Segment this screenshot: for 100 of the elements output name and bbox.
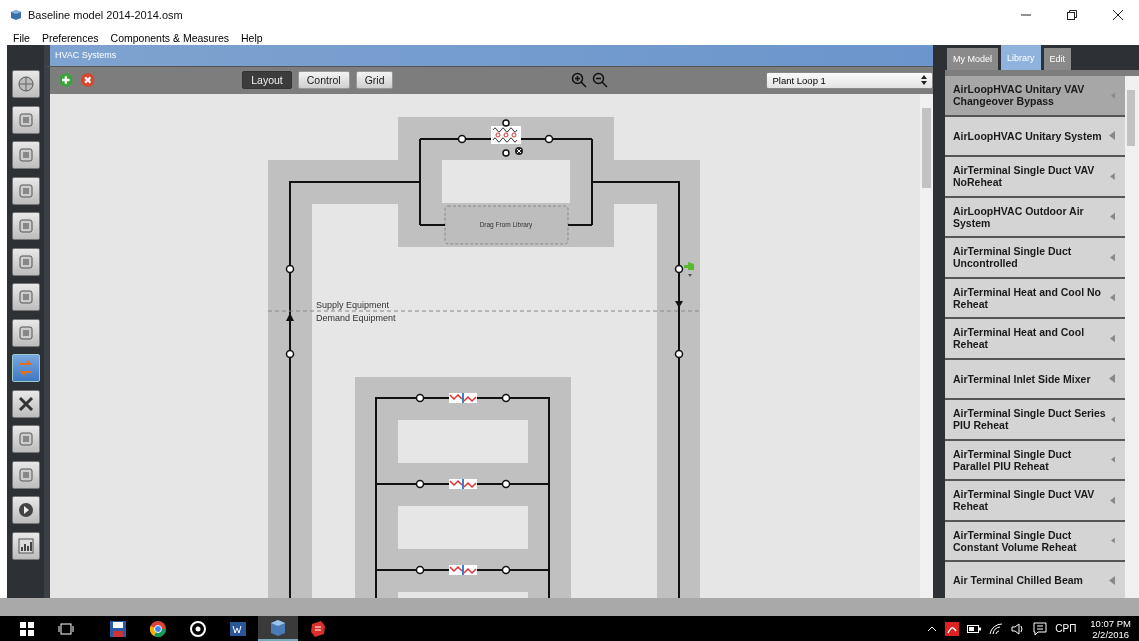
library-item[interactable]: AirTerminal Single Duct Uncontrolled [945, 238, 1125, 279]
volume-icon[interactable] [1011, 622, 1026, 635]
language-indicator[interactable]: СРП [1055, 623, 1077, 634]
library-item-label: AirTerminal Single Duct Constant Volume Reheat [953, 528, 1078, 553]
panel-title: HVAC Systems [55, 50, 117, 61]
taskbar-app[interactable] [258, 616, 298, 641]
branch-node[interactable] [415, 479, 425, 489]
library-item[interactable]: AirTerminal Single Duct VAV NoReheat [945, 157, 1125, 198]
sidebar-tool-button[interactable] [11, 283, 40, 311]
sidebar-tool-button[interactable] [11, 70, 40, 98]
caret-icon[interactable] [927, 625, 938, 632]
loop-node[interactable] [457, 134, 467, 144]
browser-icon [149, 619, 167, 638]
message-icon[interactable] [1033, 621, 1048, 636]
sidebar-tool-button[interactable] [11, 389, 40, 418]
sidebar-tool-button[interactable] [11, 176, 40, 205]
library-item[interactable]: AirTerminal Heat and Cool Reheat [945, 319, 1125, 360]
delete-icon[interactable] [80, 71, 95, 90]
view-toggle-button[interactable]: Control [297, 71, 350, 90]
loop-node[interactable] [285, 349, 295, 359]
view-toggle-button[interactable]: Layout [242, 71, 292, 90]
remove-icon[interactable] [515, 147, 523, 155]
branch-node[interactable] [501, 393, 511, 403]
view-toggle-button[interactable]: Grid [355, 71, 394, 90]
library-item-label: AirLoopHVAC Unitary System [953, 129, 1102, 142]
heat-exchanger-icon[interactable] [491, 126, 521, 144]
battery-icon[interactable] [967, 624, 982, 633]
sidebar-tool-button[interactable] [11, 354, 40, 382]
coil-icon[interactable] [449, 478, 477, 490]
start-icon[interactable] [20, 621, 34, 636]
library-item-label: AirLoopHVAC Outdoor Air System [953, 204, 1085, 229]
library-item[interactable]: AirTerminal Single Duct Series PIU Reheat [945, 400, 1125, 441]
window-title: Baseline model 2014-2014.osm [28, 9, 183, 21]
loop-dropdown[interactable]: Plant Loop 1 [766, 71, 933, 89]
menu-item[interactable]: Preferences [41, 31, 99, 44]
library-item-label: AirTerminal Heat and Cool Reheat [953, 326, 1086, 351]
sketch-icon [309, 619, 327, 638]
library-item-label: AirTerminal Single Duct VAV Reheat [953, 488, 1096, 513]
library-item[interactable]: AirLoopHVAC Outdoor Air System [945, 197, 1125, 238]
acrobat-icon[interactable] [945, 621, 960, 636]
app-icon [10, 9, 22, 21]
clock[interactable]: 10:07 PM 2/2/2016 [1090, 617, 1131, 640]
library-item[interactable]: AirLoopHVAC Unitary VAV Changeover Bypass [945, 76, 1125, 117]
clock-date: 2/2/2016 [1092, 628, 1130, 640]
branch-node[interactable] [415, 393, 425, 403]
library-item-label: Air Terminal Chilled Beam [953, 574, 1083, 586]
loop-node[interactable] [674, 349, 684, 359]
library-item-label: AirTerminal Inlet Side Mixer [953, 372, 1091, 385]
coil-icon[interactable] [449, 564, 477, 576]
sidebar-tool-button[interactable] [11, 141, 40, 169]
demand-label: Demand Equipment [316, 313, 396, 323]
close-icon[interactable] [1113, 10, 1123, 20]
sidebar-tool-button[interactable] [11, 460, 40, 489]
sidebar-tool-button[interactable] [11, 318, 40, 347]
branch-node[interactable] [501, 565, 511, 575]
restore-icon[interactable] [1067, 10, 1077, 20]
sidebar-tool-button[interactable] [11, 247, 40, 276]
updown-icon [921, 75, 927, 86]
library-item-label: AirTerminal Single Duct Parallel PIU Reheat [953, 447, 1073, 472]
zoom-out-icon[interactable] [592, 72, 609, 89]
library-item-label: AirTerminal Single Duct Uncontrolled [953, 245, 1073, 270]
menu-item[interactable]: Components & Measures [110, 31, 230, 44]
clock-time: 10:07 PM [1090, 617, 1131, 629]
splitter-handle[interactable] [933, 45, 945, 598]
task-view-icon[interactable] [58, 622, 74, 635]
library-item[interactable]: Air Terminal Chilled Beam [945, 562, 1125, 598]
branch-node[interactable] [415, 565, 425, 575]
library-item[interactable]: AirLoopHVAC Unitary System [945, 116, 1125, 157]
outlet-node[interactable] [502, 149, 510, 157]
globe-icon [16, 75, 35, 93]
loop-node[interactable] [285, 264, 295, 274]
sidebar-tool-button[interactable] [11, 425, 40, 453]
library-item[interactable]: AirTerminal Inlet Side Mixer [945, 359, 1125, 400]
branch-node[interactable] [501, 479, 511, 489]
library-item[interactable]: AirTerminal Single Duct VAV Reheat [945, 481, 1125, 522]
word-icon [229, 619, 247, 638]
library-item-label: AirTerminal Heat and Cool No Reheat [953, 285, 1102, 310]
library-item-label: AirTerminal Single Duct VAV NoReheat [953, 164, 1096, 189]
wifi-icon[interactable] [989, 622, 1004, 635]
flow-arrow-icon [675, 301, 683, 308]
setpoint-manager-icon[interactable] [684, 262, 694, 277]
library-item[interactable]: AirTerminal Heat and Cool No Reheat [945, 278, 1125, 319]
library-item[interactable]: AirTerminal Single Duct Constant Volume Reheat [945, 521, 1125, 562]
library-item[interactable]: AirTerminal Single Duct Parallel PIU Reheat [945, 440, 1125, 481]
sidebar-tool-button[interactable] [11, 531, 40, 560]
chart-icon [16, 536, 35, 555]
scrollbar[interactable] [920, 94, 933, 598]
supply-label: Supply Equipment [316, 300, 390, 310]
loop-node[interactable] [544, 134, 554, 144]
library-item-label: AirTerminal Single Duct Series PIU Reheat [953, 407, 1107, 432]
sidebar-tool-button[interactable] [11, 212, 40, 240]
menu-item[interactable]: File [13, 31, 30, 44]
sidebar-tool-button[interactable] [11, 496, 40, 524]
coil-icon[interactable] [449, 392, 477, 404]
sidebar-tool-button[interactable] [11, 105, 40, 134]
loop-node[interactable] [674, 264, 684, 274]
menu-item[interactable]: Help [241, 31, 263, 44]
zoom-in-icon[interactable] [571, 72, 588, 89]
add-icon[interactable] [59, 71, 73, 90]
inlet-node[interactable] [502, 119, 510, 127]
